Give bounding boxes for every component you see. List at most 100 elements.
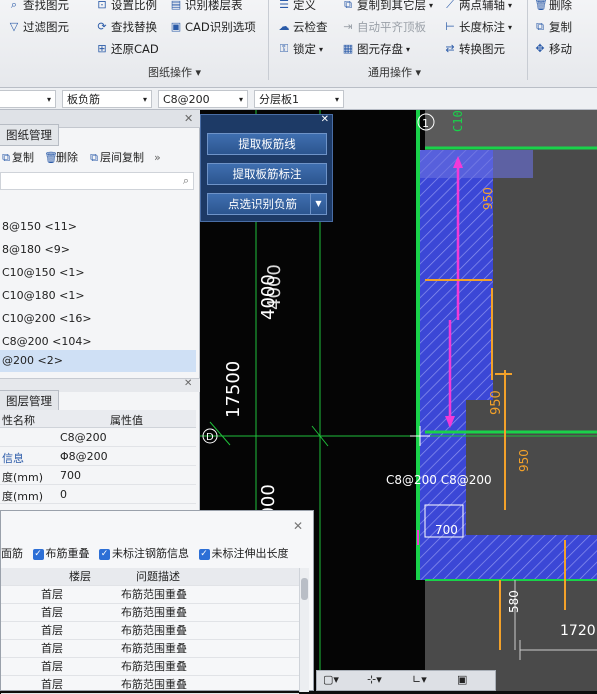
- tab-drawing-management[interactable]: 图纸管理: [0, 124, 59, 146]
- check-dialog: ✕ 面筋 ✓ 布筋重叠 ✓ 未标注钢筋信息 ✓ 未标注伸出长度 楼层 问题描述 首层布…: [0, 510, 314, 694]
- ortho-icon[interactable]: ∟▾: [412, 673, 427, 686]
- restore-cad-button[interactable]: ⊞ 还原CAD: [96, 41, 158, 57]
- property-row[interactable]: 度(mm) 700: [0, 467, 196, 485]
- scrollbar-thumb[interactable]: [301, 578, 308, 600]
- ribbon-divider: [527, 0, 528, 80]
- trash-icon: 🗑: [534, 0, 548, 11]
- snap-icon[interactable]: ⊹▾: [367, 673, 382, 686]
- rebar-extract-panel: ✕ 提取板筋线 提取板筋标注 点选识别负筋 ▼: [200, 114, 333, 222]
- lock-icon: ⚿: [279, 42, 289, 55]
- move-button[interactable]: ✥ 移动: [534, 41, 572, 57]
- dimension-text: 4000: [264, 264, 285, 310]
- element-type-select[interactable]: 板负筋 ▾: [62, 90, 152, 108]
- element-spec-select[interactable]: C8@200 ▾: [158, 90, 248, 108]
- find-replace-button[interactable]: ⟳ 查找替换: [96, 19, 157, 35]
- property-row[interactable]: 度(mm) 0: [0, 486, 196, 504]
- define-icon: ☰: [279, 0, 289, 11]
- table-row[interactable]: 首层 布筋范围重叠: [1, 640, 299, 658]
- close-icon[interactable]: ✕: [293, 519, 303, 533]
- copy-button[interactable]: ⧉ 复制: [534, 19, 572, 35]
- cad-text: 1720: [560, 623, 596, 639]
- grid-icon[interactable]: ▣: [457, 673, 467, 686]
- define-button[interactable]: ☰ 定义: [278, 0, 316, 13]
- floor-select[interactable]: ▾: [0, 90, 56, 108]
- chevron-down-icon[interactable]: ▼: [310, 194, 326, 214]
- layer-copy-icon: ⧉: [90, 151, 98, 164]
- list-item-selected[interactable]: @200 <2>: [0, 350, 196, 372]
- checkbox-icon: ✓: [198, 548, 210, 560]
- table-icon: ▤: [170, 0, 182, 11]
- interlayer-copy-button[interactable]: ⧉ 层间复制: [88, 149, 144, 165]
- list-item[interactable]: 8@150 <11>: [0, 216, 196, 238]
- list-item[interactable]: 8@180 <9>: [0, 239, 196, 261]
- delete-drawing-button[interactable]: 🗑删除: [44, 149, 78, 165]
- extract-rebar-line-button[interactable]: 提取板筋线: [207, 133, 327, 155]
- search-input[interactable]: ⌕: [0, 172, 194, 190]
- more-icon[interactable]: »: [154, 151, 161, 164]
- axis-label: D: [206, 432, 214, 443]
- lock-button[interactable]: ⚿ 锁定 ▾: [278, 41, 323, 57]
- table-row[interactable]: 首层 布筋范围重叠: [1, 658, 299, 676]
- select-icon[interactable]: ▢▾: [323, 673, 339, 686]
- table-row[interactable]: 首层 布筋范围重叠: [1, 622, 299, 640]
- align-icon: ⇥: [343, 20, 353, 33]
- ribbon-toolbar: ⌕ 查找图元 ▽ 过滤图元 ⊡ 设置比例 ⟳ 查找替换 ⊞ 还原CAD ▤ 识别楼层表 ▣ C…: [0, 0, 597, 88]
- list-item[interactable]: C10@150 <1>: [0, 262, 196, 284]
- save-element-button[interactable]: ▦ 图元存盘 ▾: [342, 41, 410, 57]
- cad-text: 950: [517, 449, 531, 472]
- property-row[interactable]: C8@200: [0, 429, 196, 447]
- copy-icon: ⧉: [2, 151, 10, 164]
- table-row[interactable]: 首层 布筋范围重叠: [1, 604, 299, 622]
- rebar-label: C8@200 C8@200: [386, 473, 492, 487]
- list-item[interactable]: C10@200 <16>: [0, 308, 196, 330]
- auto-align-slab-button[interactable]: ⇥ 自动平齐顶板: [342, 19, 426, 35]
- snap-toolbar: ▢▾ ⊹▾ ∟▾ ▣: [316, 670, 496, 691]
- checkbox-icon: ✓: [32, 548, 44, 560]
- length-dim-button[interactable]: ⊢ 长度标注 ▾: [444, 19, 512, 35]
- dimension-text: 17500: [223, 361, 244, 418]
- delete-button[interactable]: 🗑 删除: [534, 0, 572, 13]
- cloud-check-button[interactable]: ☁ 云检查: [278, 19, 328, 35]
- table-row[interactable]: 首层 布筋范围重叠: [1, 676, 299, 694]
- property-row[interactable]: 信息 Φ8@200: [0, 448, 196, 466]
- cad-options-button[interactable]: ▣ CAD识别选项: [170, 19, 256, 35]
- group-drawing-ops[interactable]: 图纸操作 ▾: [148, 64, 201, 80]
- filter-overlap[interactable]: ✓ 布筋重叠: [32, 547, 90, 560]
- copy-to-layer-button[interactable]: ⧉ 复制到其它层 ▾: [342, 0, 433, 13]
- extract-rebar-label-button[interactable]: 提取板筋标注: [207, 163, 327, 185]
- close-icon[interactable]: ✕: [184, 378, 192, 389]
- scrollbar[interactable]: [299, 568, 309, 692]
- two-point-axis-button[interactable]: ⟋ 两点辅轴 ▾: [444, 0, 512, 13]
- filter-bar: 面筋 ✓ 布筋重叠 ✓ 未标注钢筋信息 ✓ 未标注伸出长度: [1, 545, 289, 561]
- filter-unlabeled-length[interactable]: ✓ 未标注伸出长度: [198, 547, 289, 560]
- identify-floor-table-button[interactable]: ▤ 识别楼层表: [170, 0, 243, 13]
- list-item[interactable]: C10@180 <1>: [0, 285, 196, 307]
- close-icon[interactable]: ✕: [321, 114, 329, 125]
- convert-element-button[interactable]: ⇄ 转换图元: [444, 41, 505, 57]
- convert-icon: ⇄: [445, 42, 455, 55]
- checkbox-icon: ✓: [99, 548, 110, 560]
- element-selector-bar: ▾ 板负筋 ▾ C8@200 ▾ 分层板1 ▾: [0, 88, 597, 110]
- find-element-button[interactable]: ⌕ 查找图元: [8, 0, 69, 13]
- filter-element-button[interactable]: ▽ 过滤图元: [8, 19, 69, 35]
- drawing-toolbar: ⧉ 复制 🗑删除 ⧉ 层间复制 »: [0, 149, 161, 165]
- length-label: 700: [435, 523, 458, 537]
- rebar-region: [418, 535, 597, 580]
- table-header: 楼层 问题描述: [1, 568, 299, 586]
- point-identify-button[interactable]: 点选识别负筋 ▼: [207, 193, 327, 215]
- cloud-icon: ☁: [278, 20, 290, 33]
- filter-icon: ▽: [9, 20, 19, 33]
- search-icon: ⌕: [182, 174, 189, 187]
- tab-layer-management[interactable]: 图层管理: [0, 390, 59, 412]
- filter-face-rebar[interactable]: 面筋: [1, 547, 23, 560]
- close-icon[interactable]: ✕: [184, 112, 193, 125]
- cad-icon: ▣: [170, 20, 182, 33]
- sublayer-select[interactable]: 分层板1 ▾: [254, 90, 344, 108]
- group-common-ops[interactable]: 通用操作 ▾: [368, 64, 421, 80]
- table-row[interactable]: 首层 布筋范围重叠: [1, 586, 299, 604]
- restore-icon: ⊞: [97, 42, 107, 55]
- filter-unlabeled-info[interactable]: ✓ 未标注钢筋信息: [99, 547, 189, 560]
- copy-drawing-button[interactable]: ⧉ 复制: [0, 149, 34, 165]
- set-scale-button[interactable]: ⊡ 设置比例: [96, 0, 157, 13]
- copy-icon: ⧉: [536, 20, 544, 33]
